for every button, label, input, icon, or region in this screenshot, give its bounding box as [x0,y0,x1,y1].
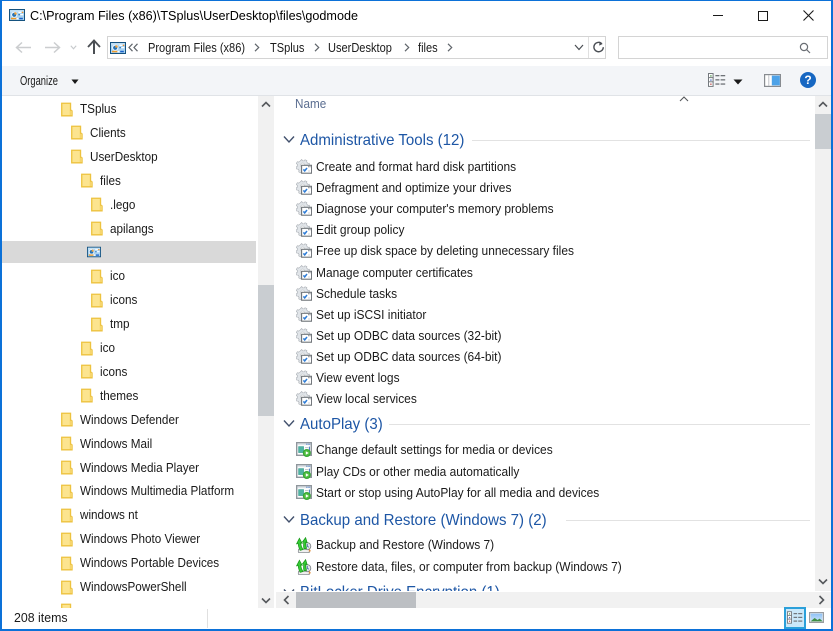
svg-text:?: ? [804,73,811,87]
